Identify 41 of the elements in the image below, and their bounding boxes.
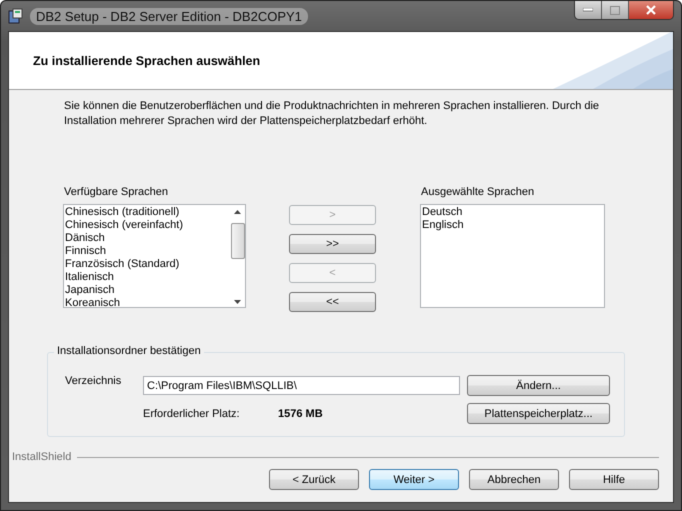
close-icon (645, 5, 657, 15)
maximize-icon (610, 6, 620, 14)
space-label: Erforderlicher Platz: (143, 408, 241, 420)
list-item[interactable]: Koreanisch (65, 297, 230, 310)
scroll-up-icon[interactable] (234, 210, 241, 214)
move-button[interactable]: << (289, 292, 376, 312)
window-title: DB2 Setup - DB2 Server Edition - DB2COPY1 (30, 8, 308, 24)
list-label: Verfügbare Sprachen (63, 186, 169, 198)
list-item[interactable]: Englisch (422, 219, 604, 232)
space-value: 1576 MB (278, 408, 323, 420)
page-title: Zu installierende Sprachen auswählen (33, 54, 260, 68)
wizard-button[interactable]: Hilfe (569, 469, 659, 490)
list-item[interactable]: Chinesisch (vereinfacht) (65, 219, 230, 232)
list-item[interactable]: Italienisch (65, 271, 230, 284)
wizard-button[interactable]: Abbrechen (469, 469, 559, 490)
wizard-button[interactable]: Weiter > (369, 469, 459, 490)
change-button[interactable]: Ändern... (467, 375, 610, 396)
description-text: Sie können die Benutzeroberflächen und die Produktnachrichten in mehreren Sprachen installieren. Durch die Installation mehrerer Sprachen wird der Plattenspeicherplatzbedarf erhöht. (64, 99, 600, 129)
list-item[interactable]: Chinesisch (traditionell) (65, 206, 230, 219)
minimize-icon (583, 8, 593, 12)
brand-label: InstallShield (12, 451, 72, 463)
selected-languages-list[interactable]: Deutsch Englisch (420, 204, 605, 308)
scroll-thumb[interactable] (230, 223, 244, 259)
wizard-button[interactable]: < Zurück (269, 469, 359, 490)
available-languages-list[interactable]: Chinesisch (traditionell) Chinesisch (vereinfacht) Dänisch Finnisch Französisch (Standard) Italienisch Japanisch Koreanisch (63, 204, 246, 308)
directory-field[interactable]: C:\Program Files\IBM\SQLLIB\ (143, 376, 460, 395)
list-label: Ausgewählte Sprachen (420, 186, 536, 198)
group-title: Installationsordner bestätigen (54, 345, 204, 357)
minimize-button[interactable] (575, 1, 602, 19)
list-item[interactable]: Finnisch (65, 245, 230, 258)
close-button[interactable] (629, 1, 673, 19)
list-item[interactable]: Französisch (Standard) (65, 258, 230, 271)
list-item[interactable]: Dänisch (65, 232, 230, 245)
installer-icon (8, 8, 24, 24)
disk-space-button[interactable]: Plattenspeicherplatz... (467, 403, 610, 424)
scroll-down-icon[interactable] (234, 300, 241, 304)
directory-label: Verzeichnis (65, 375, 122, 387)
move-button[interactable]: >> (289, 234, 376, 254)
maximize-button[interactable] (602, 1, 629, 19)
list-item[interactable]: Japanisch (65, 284, 230, 297)
list-item[interactable]: Deutsch (422, 206, 604, 219)
